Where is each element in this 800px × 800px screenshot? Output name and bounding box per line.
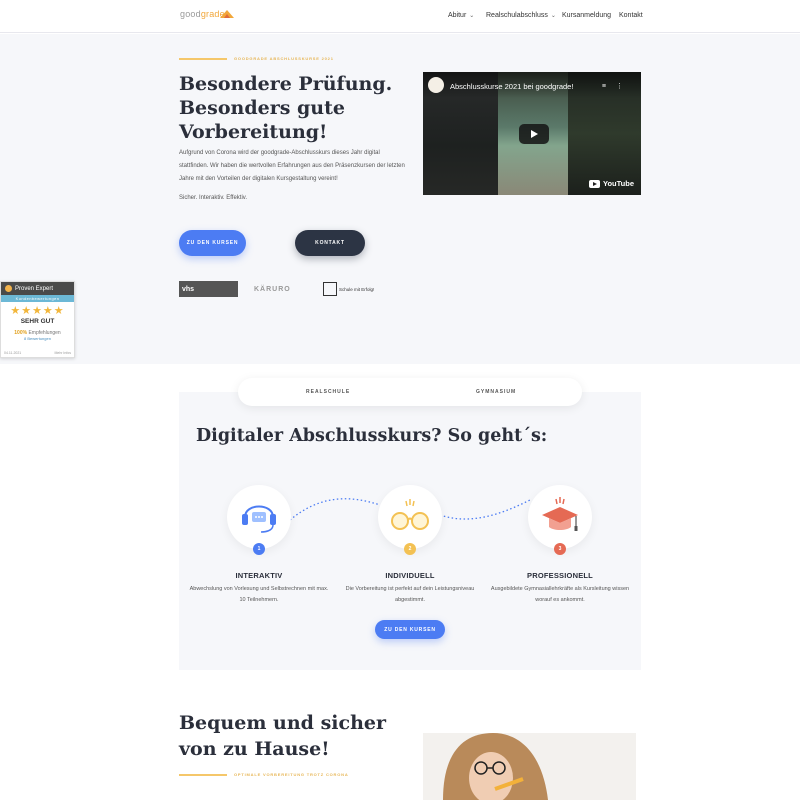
logo-prefix: good: [180, 9, 201, 19]
proven-expert-widget[interactable]: Proven Expert Kundenbewertungen ★★★★★ SE…: [0, 281, 75, 358]
glasses-icon: [391, 499, 429, 530]
steps-title: Digitaler Abschlusskurs? So geht´s:: [196, 426, 548, 446]
partner-logo-kaeru[interactable]: KÄRURO: [254, 281, 310, 297]
nav-item-kursanmeldung[interactable]: Kursanmeldung: [562, 12, 611, 19]
nav-label: Realschulabschluss: [486, 12, 548, 19]
pe-brand: Proven Expert: [15, 285, 54, 292]
chevron-down-icon: ⌄: [469, 13, 475, 19]
schule-emblem-icon: [323, 282, 337, 296]
review-count[interactable]: 8 Bewertungen: [1, 336, 74, 341]
student-photo: [423, 733, 636, 800]
pe-logo-icon: [5, 285, 12, 292]
video-menu-icons[interactable]: ≡⋮: [602, 82, 633, 90]
hero-title: Besondere Prüfung. Besonders gute Vorber…: [179, 73, 393, 143]
site-header: goodgrade Abitur ⌄ Realschulabschluss ⌄ Ku…: [0, 0, 800, 33]
chevron-down-icon: ⌄: [550, 13, 556, 19]
step-number: 3: [554, 543, 566, 555]
step-number: 2: [404, 543, 416, 555]
hero-paragraph: Aufgrund von Corona wird der goodgrade-A…: [179, 150, 405, 182]
courses-button[interactable]: ZU DEN KURSEN: [179, 230, 246, 256]
step-icon-circle: [227, 485, 291, 549]
play-button[interactable]: [519, 124, 549, 144]
step-number: 1: [253, 543, 265, 555]
hero-eyebrow: GOODGRADE ABSCHLUSSKURSE 2021: [234, 56, 334, 61]
nav-item-realschulabschluss[interactable]: Realschulabschluss ⌄: [486, 12, 556, 19]
playlist-icon[interactable]: ≡: [602, 83, 616, 90]
partner-logo-schule[interactable]: Schule mit Erfolg!: [323, 281, 385, 297]
graduation-cap-icon: [542, 497, 578, 531]
nav-label: Kursanmeldung: [562, 12, 612, 19]
step-title: INTERAKTIV: [235, 571, 283, 580]
nav-item-kontakt[interactable]: Kontakt: [619, 12, 643, 19]
eyebrow-line: [179, 774, 227, 776]
youtube-icon: [589, 179, 601, 188]
video-title[interactable]: Abschlusskurse 2021 bei goodgrade!: [450, 82, 573, 91]
pe-date: 04.11.2021: [4, 351, 22, 355]
lower-eyebrow: OPTIMALE VORBEREITUNG TROTZ CORONA: [234, 772, 349, 777]
tab-gymnasium[interactable]: GYMNASIUM: [476, 389, 516, 395]
youtube-label: YouTube: [603, 179, 634, 188]
step-text: Abwechslung von Vorlesung und Selbstrech…: [189, 586, 329, 603]
lower-title: Bequem und sicher von zu Hause!: [179, 712, 386, 760]
nav-item-abitur[interactable]: Abitur ⌄: [448, 12, 474, 19]
nav-label: Kontakt: [619, 12, 643, 19]
tab-realschule[interactable]: REALSCHULE: [306, 389, 350, 395]
headset-icon: [242, 505, 276, 533]
partner-vhs-label: vhs: [182, 285, 195, 293]
step-icon-circle: [378, 485, 442, 549]
step-title: INDIVIDUELL: [385, 571, 435, 580]
pe-header: Proven Expert: [1, 282, 74, 295]
rating-stars: ★★★★★: [10, 305, 65, 317]
step-title: PROFESSIONELL: [527, 571, 593, 580]
pe-footer: 04.11.2021 Mehr Infos: [4, 351, 71, 355]
student-image: [443, 733, 548, 800]
school-tabs: REALSCHULE GYMNASIUM: [238, 378, 582, 406]
video-player[interactable]: Abschlusskurse 2021 bei goodgrade! ≡⋮ Yo…: [423, 72, 641, 195]
more-vert-icon[interactable]: ⋮: [616, 83, 633, 90]
channel-avatar[interactable]: [428, 77, 444, 93]
eyebrow-line: [179, 58, 227, 60]
hero-wave-divider: [0, 300, 800, 362]
partner-schule-label: Schule mit Erfolg!: [339, 286, 375, 292]
partner-kaeru-label: KÄRURO: [254, 285, 291, 293]
steps-courses-button[interactable]: ZU DEN KURSEN: [375, 620, 445, 639]
nav-label: Abitur: [448, 12, 467, 19]
logo-mark-icon: [220, 10, 234, 18]
contact-button[interactable]: KONTAKT: [295, 230, 365, 256]
step-icon-circle: [528, 485, 592, 549]
pe-more-link[interactable]: Mehr Infos: [54, 351, 71, 355]
youtube-logo[interactable]: YouTube: [589, 179, 634, 188]
pe-subtitle: Kundenbewertungen: [1, 295, 74, 302]
hero-tagline: Sicher. Interaktiv. Effektiv.: [179, 195, 248, 201]
step-text: Die Vorbereitung ist perfekt auf dein Le…: [345, 586, 475, 603]
rating-grade: SEHR GUT: [20, 318, 55, 325]
step-text: Ausgebildete Gymnasiallehrkräfte als Kur…: [490, 586, 630, 603]
partner-logo-vhs[interactable]: vhs: [179, 281, 238, 297]
